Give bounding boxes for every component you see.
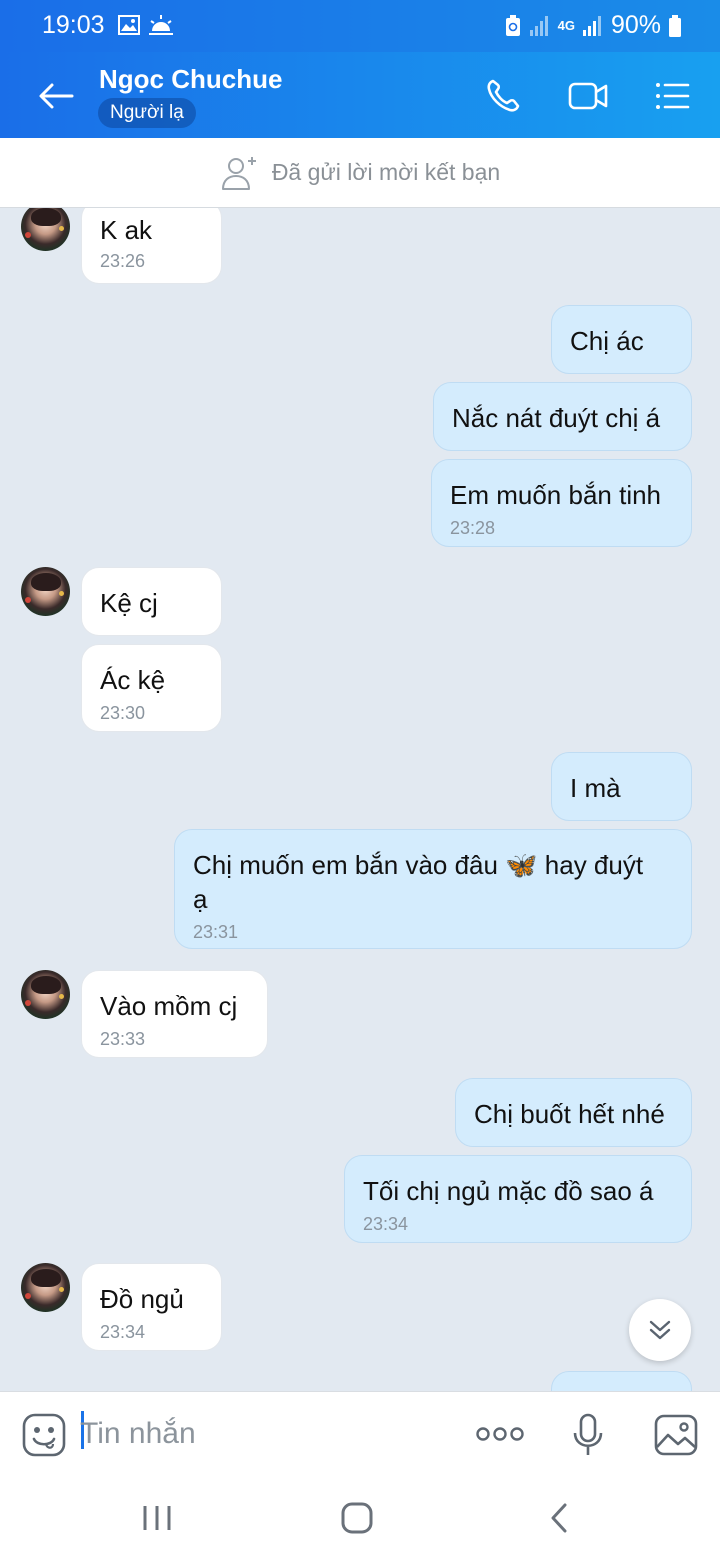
message-text: Chị buốt hết nhé <box>474 1099 665 1129</box>
network-type: 4G <box>557 18 575 33</box>
message-bubble-incoming[interactable]: Ác kệ 23:30 <box>81 644 222 732</box>
message-text: Đồ ngủ <box>100 1284 184 1314</box>
stranger-badge: Người lạ <box>98 98 196 128</box>
friend-request-text: Đã gửi lời mời kết bạn <box>271 159 501 185</box>
message-time: 23:30 <box>100 703 146 723</box>
voice-call-icon[interactable] <box>480 72 528 120</box>
double-chevron-down-icon <box>649 1320 671 1340</box>
data-saver-icon <box>505 14 520 36</box>
message-text: Vào mồm cj <box>100 991 238 1021</box>
message-bubble-incoming[interactable]: K ak 23:26 <box>81 208 222 284</box>
message-text: Kệ cj <box>100 588 158 618</box>
message-bubble-outgoing[interactable]: Em muốn bắn tinh 23:28 <box>431 459 692 547</box>
chat-header: Ngọc Chuchue Người lạ <box>0 52 720 138</box>
battery-icon <box>669 14 681 37</box>
message-input[interactable] <box>80 1412 440 1456</box>
contact-avatar[interactable] <box>21 970 70 1019</box>
signal-icon-2 <box>582 15 601 36</box>
message-text: ạ <box>193 884 208 914</box>
contact-avatar[interactable] <box>21 567 70 616</box>
contact-avatar[interactable] <box>21 208 70 251</box>
message-time: 23:28 <box>450 518 496 538</box>
status-bar: 19:03 4G 90% <box>0 0 720 52</box>
signal-icon-1 <box>529 15 548 36</box>
message-time: 23:33 <box>100 1029 146 1049</box>
message-text: Chị muốn em bắn vào đâu 🦋 hay đuýt <box>193 850 644 880</box>
message-bubble-incoming[interactable]: Đồ ngủ 23:34 <box>81 1263 222 1351</box>
message-text: Em muốn bắn tinh <box>450 480 662 510</box>
message-bubble-outgoing[interactable]: Chị buốt hết nhé <box>455 1078 692 1147</box>
message-bubble-outgoing[interactable]: Nắc nát đuýt chị á <box>433 382 692 451</box>
contact-name[interactable]: Ngọc Chuchue <box>99 64 282 95</box>
system-navigation-bar <box>0 1477 720 1560</box>
sticker-icon[interactable] <box>22 1413 66 1457</box>
status-time: 19:03 <box>42 11 105 39</box>
more-options-icon[interactable] <box>475 1424 525 1444</box>
message-bubble-incoming[interactable]: Kệ cj <box>81 567 222 636</box>
message-time: 23:34 <box>100 1322 146 1342</box>
image-gallery-icon[interactable] <box>654 1414 698 1456</box>
message-text: Nắc nát đuýt chị á <box>452 403 661 433</box>
message-time: 23:31 <box>193 922 239 942</box>
message-text: Chị ác <box>570 326 644 356</box>
message-text: I mà <box>570 773 621 803</box>
microphone-icon[interactable] <box>572 1413 604 1457</box>
weather-icon <box>149 15 173 35</box>
message-text: Tối chị ngủ mặc đồ sao á <box>363 1176 654 1206</box>
gallery-notification-icon <box>118 15 140 35</box>
message-input-bar <box>0 1391 720 1477</box>
message-bubble-outgoing[interactable]: Chị ác <box>551 305 692 374</box>
message-bubble-outgoing[interactable]: Chị muốn em bắn vào đâu 🦋 hay đuýt ạ 23:… <box>174 829 692 949</box>
message-bubble-outgoing-partial[interactable] <box>551 1371 692 1391</box>
menu-list-icon[interactable] <box>648 72 696 120</box>
message-list[interactable]: K ak 23:26 Chị ác Nắc nát đuýt chị á Em … <box>0 208 720 1391</box>
message-time: 23:26 <box>100 251 146 271</box>
message-bubble-incoming[interactable]: Vào mồm cj 23:33 <box>81 970 268 1058</box>
message-bubble-outgoing[interactable]: Tối chị ngủ mặc đồ sao á 23:34 <box>344 1155 692 1243</box>
message-time: 23:34 <box>363 1214 409 1234</box>
message-text: K ak <box>100 215 153 245</box>
contact-avatar[interactable] <box>21 1263 70 1312</box>
scroll-to-bottom-button[interactable] <box>629 1299 691 1361</box>
home-icon[interactable] <box>340 1501 374 1535</box>
back-nav-icon[interactable] <box>546 1501 572 1535</box>
video-call-icon[interactable] <box>564 72 612 120</box>
battery-percent: 90% <box>610 11 661 39</box>
message-text: Ác kệ <box>100 665 166 695</box>
recent-apps-icon[interactable] <box>141 1501 173 1535</box>
back-arrow-icon[interactable] <box>30 74 80 118</box>
friend-request-banner: Đã gửi lời mời kết bạn <box>0 138 720 208</box>
message-bubble-outgoing[interactable]: I mà <box>551 752 692 821</box>
add-friend-icon <box>221 156 256 190</box>
